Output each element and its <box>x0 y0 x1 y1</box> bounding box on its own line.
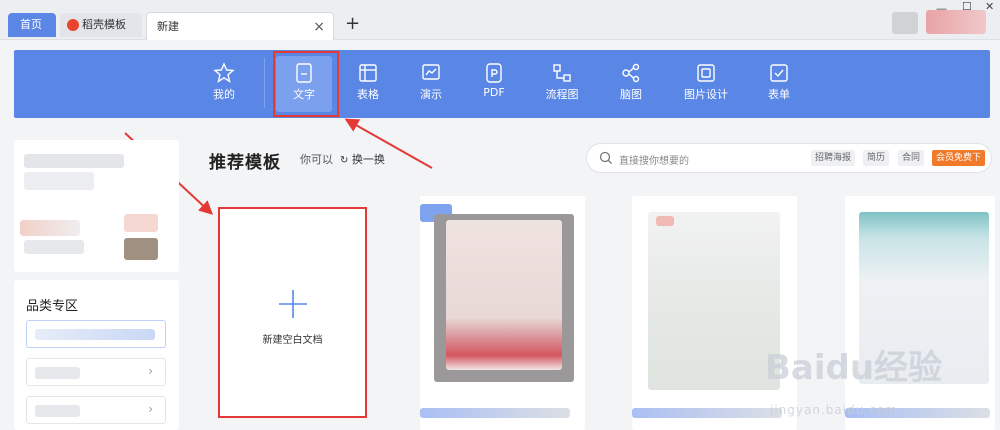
tool-mine[interactable]: 我的 <box>196 56 252 112</box>
daoke-logo-icon <box>67 19 79 31</box>
table-icon <box>359 64 377 82</box>
swap-button[interactable]: ↻ 换一换 <box>340 151 385 167</box>
template-accent <box>656 216 674 226</box>
category-item-2[interactable]: › <box>26 358 166 386</box>
close-tab-icon[interactable]: × <box>313 13 325 41</box>
add-tab-button[interactable]: + <box>345 14 360 34</box>
blurred-category-label <box>35 367 80 379</box>
chip-recruit-poster[interactable]: 招聘海报 <box>811 150 856 166</box>
chevron-right-icon: › <box>148 364 153 378</box>
highlight-box-writer <box>273 51 339 117</box>
tab-daoke-templates[interactable]: 稻壳模板 <box>60 13 142 37</box>
tab-bar: 首页 稻壳模板 新建 × + — ☐ ✕ <box>0 0 1000 40</box>
account-card <box>14 140 179 272</box>
blurred-text <box>24 240 84 254</box>
chip-resume[interactable]: 简历 <box>863 150 890 166</box>
tool-mindmap[interactable]: 脑图 <box>603 56 659 112</box>
mindmap-icon <box>622 63 640 83</box>
star-icon <box>213 62 235 84</box>
baidu-watermark: Baidu经验 <box>765 348 943 388</box>
image-design-icon <box>697 64 715 82</box>
blurred-category-label <box>35 329 155 340</box>
category-item-3[interactable]: › <box>26 396 166 424</box>
user-name-blurred <box>926 10 986 34</box>
blurred-thumb <box>124 238 158 260</box>
tool-flowchart[interactable]: 流程图 <box>534 56 590 112</box>
pdf-icon <box>486 63 502 83</box>
swap-label: 换一换 <box>351 153 385 166</box>
new-blank-document-label: 新建空白文档 <box>262 335 323 346</box>
blurred-username <box>24 154 124 168</box>
blurred-info <box>24 172 94 190</box>
template-card-3[interactable] <box>845 196 995 430</box>
template-card-1[interactable] <box>420 196 585 430</box>
hint-text: 你可以 <box>300 153 333 166</box>
plus-icon <box>279 290 307 318</box>
blurred-badge <box>20 220 80 236</box>
baidu-watermark-url: jingyan.baidu.com <box>770 403 898 417</box>
tab-home[interactable]: 首页 <box>8 13 56 37</box>
tab-daoke-label: 稻壳模板 <box>82 18 126 31</box>
chip-contract[interactable]: 合同 <box>898 150 925 166</box>
search-icon <box>599 151 612 164</box>
chevron-right-icon: › <box>148 402 153 416</box>
form-icon <box>770 64 788 82</box>
template-title-blurred <box>420 408 570 418</box>
recommended-templates-title: 推荐模板 <box>209 153 281 173</box>
template-search[interactable]: 直接搜你想要的 招聘海报 简历 合同 会员免费下 <box>586 143 992 173</box>
blurred-vip <box>124 214 158 232</box>
blurred-category-label <box>35 405 80 417</box>
tab-new[interactable]: 新建 × <box>146 12 334 40</box>
category-item-1[interactable] <box>26 320 166 348</box>
category-section-title: 品类专区 <box>26 299 79 314</box>
create-type-toolbar: 我的 文字 表格 演示 PDF 流程图 脑图 图片设计 表单 <box>14 50 990 118</box>
user-avatar[interactable] <box>892 12 918 34</box>
new-blank-document-card[interactable]: 新建空白文档 <box>218 207 367 418</box>
template-card-2[interactable] <box>632 196 797 430</box>
refresh-icon: ↻ <box>340 155 349 166</box>
tool-form[interactable]: 表单 <box>751 56 807 112</box>
presentation-icon <box>422 64 440 80</box>
close-window-icon[interactable]: ✕ <box>985 0 994 13</box>
search-input[interactable]: 直接搜你想要的 <box>619 152 689 167</box>
chip-vip-free[interactable]: 会员免费下 <box>932 150 986 166</box>
tool-image-design[interactable]: 图片设计 <box>676 56 736 112</box>
template-thumbnail-content <box>446 220 562 370</box>
template-thumbnail <box>648 212 780 390</box>
toolbar-divider <box>264 58 265 108</box>
tab-new-label: 新建 <box>157 20 179 33</box>
flowchart-icon <box>553 64 571 82</box>
tool-spreadsheet[interactable]: 表格 <box>340 56 396 112</box>
template-title-blurred <box>632 408 782 418</box>
tool-pdf[interactable]: PDF <box>466 56 522 112</box>
tool-presentation[interactable]: 演示 <box>403 56 459 112</box>
